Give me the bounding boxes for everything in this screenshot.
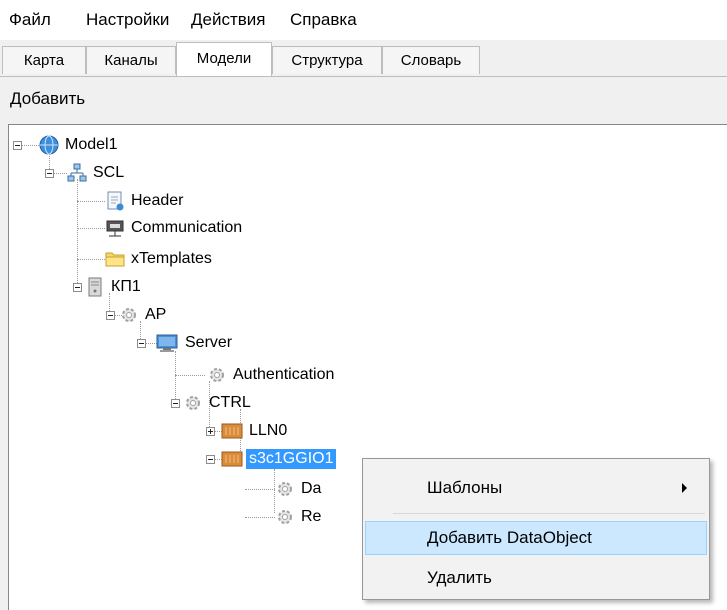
globe-icon xyxy=(39,135,59,155)
network-port-icon xyxy=(106,220,124,237)
tree-node-label: CTRL xyxy=(209,394,251,411)
collapse-toggle-kp1[interactable] xyxy=(73,283,82,292)
gear-icon xyxy=(210,368,224,382)
collapse-toggle-ctrl[interactable] xyxy=(171,399,180,408)
menu-item-add-dataobject[interactable]: Добавить DataObject xyxy=(365,521,707,555)
tab-map[interactable]: Карта xyxy=(2,46,86,74)
tree-node-label: Server xyxy=(185,334,233,351)
network-icon xyxy=(67,163,87,182)
tree-node-label: Model1 xyxy=(65,136,118,153)
menu-actions[interactable]: Действия xyxy=(191,10,265,30)
menu-file[interactable]: Файл xyxy=(9,10,51,30)
menu-help[interactable]: Справка xyxy=(290,10,357,30)
menu-settings[interactable]: Настройки xyxy=(86,10,169,30)
tree-node-label: s3c1GGIO1 xyxy=(246,449,337,469)
menu-item-label: Удалить xyxy=(427,568,492,587)
collapse-toggle-server[interactable] xyxy=(137,339,146,348)
menu-bar: Файл Настройки Действия Справка xyxy=(0,0,727,40)
context-menu: Шаблоны Добавить DataObject Удалить xyxy=(362,458,710,600)
collapse-toggle-ap[interactable] xyxy=(106,311,115,320)
toolbar: Добавить xyxy=(0,77,727,121)
collapse-toggle-s3c1ggio1[interactable] xyxy=(206,455,215,464)
gear-icon xyxy=(122,308,136,322)
menu-separator xyxy=(393,513,705,514)
menu-item-label: Шаблоны xyxy=(427,478,503,497)
tab-models[interactable]: Модели xyxy=(176,42,272,76)
tree-node-label: AP xyxy=(145,306,167,323)
tab-channels[interactable]: Каналы xyxy=(86,46,176,74)
menu-item-label: Добавить DataObject xyxy=(427,528,592,547)
tab-dictionary[interactable]: Словарь xyxy=(382,46,480,74)
tree-node-label: Authentication xyxy=(233,366,335,383)
folder-icon xyxy=(105,252,125,267)
menu-item-delete[interactable]: Удалить xyxy=(365,561,707,595)
tree-node-label: Da xyxy=(301,480,322,497)
server-icon xyxy=(88,277,102,297)
monitor-icon xyxy=(156,334,178,352)
tree-node-label: SCL xyxy=(93,164,125,181)
collapse-toggle-scl[interactable] xyxy=(45,169,54,178)
menu-item-templates[interactable]: Шаблоны xyxy=(365,471,707,505)
tab-structure[interactable]: Структура xyxy=(272,46,382,74)
tree-node-label: Header xyxy=(131,192,184,209)
document-icon xyxy=(107,191,124,211)
submenu-arrow-icon xyxy=(682,483,687,493)
module-icon xyxy=(221,451,243,467)
tab-strip: Карта Каналы Модели Структура Словарь xyxy=(0,40,727,77)
expand-toggle-lln0[interactable] xyxy=(206,427,215,436)
gear-icon xyxy=(278,482,292,496)
module-icon xyxy=(221,423,243,439)
tree-node-label: КП1 xyxy=(111,278,141,295)
add-button[interactable]: Добавить xyxy=(10,89,85,109)
tree-node-label: Re xyxy=(301,508,322,525)
collapse-toggle-model1[interactable] xyxy=(13,141,22,150)
tree-node-label: xTemplates xyxy=(131,250,212,267)
gear-icon xyxy=(186,396,200,410)
tree-node-label: Communication xyxy=(131,219,243,236)
tree-node-label: LLN0 xyxy=(249,422,288,439)
gear-icon xyxy=(278,510,292,524)
